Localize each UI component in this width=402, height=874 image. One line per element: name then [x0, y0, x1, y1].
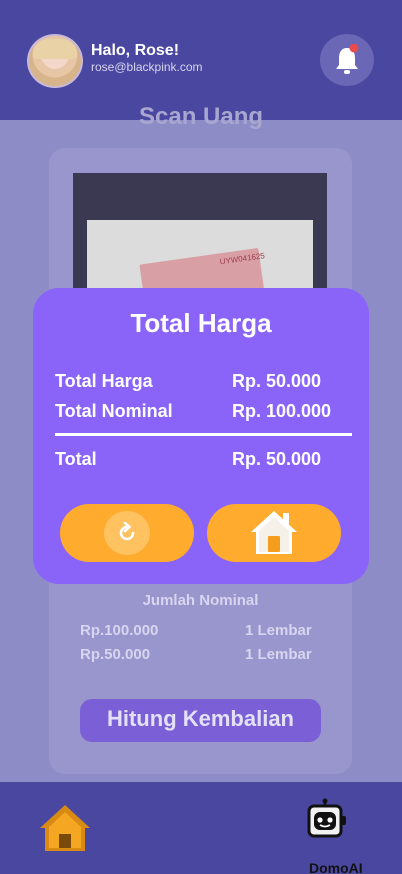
nominal-value: Rp.50.000 — [80, 646, 151, 663]
nominal-qty: 1 Lembar — [245, 646, 312, 663]
user-email: rose@blackpink.com — [91, 60, 203, 74]
bottom-nav: DomoAI — [0, 782, 402, 874]
page-title: Scan Uang — [138, 103, 264, 130]
row-label: Total Harga — [55, 371, 153, 391]
reload-button[interactable] — [60, 504, 194, 562]
bell-icon — [336, 44, 359, 74]
header: Halo, Rose! rose@blackpink.com — [0, 0, 402, 120]
hitung-kembalian-button[interactable]: Hitung Kembalian — [80, 699, 321, 742]
domoai-label: DomoAI — [309, 860, 363, 874]
avatar[interactable] — [27, 34, 83, 88]
row-label: Total Nominal — [55, 401, 173, 421]
app-screen: Halo, Rose! rose@blackpink.com Scan Uang… — [0, 0, 402, 874]
banknote-serial: UYW041625 — [219, 251, 266, 267]
notification-button[interactable] — [320, 34, 374, 86]
nominal-value: Rp.100.000 — [80, 622, 159, 639]
domoai-nav-item[interactable]: DomoAI — [305, 798, 377, 874]
total-label: Total — [55, 449, 97, 469]
nominal-qty: 1 Lembar — [245, 622, 312, 639]
row-value: Rp. 100.000 — [232, 401, 332, 421]
camera-frame: UYW041625 — [87, 220, 313, 290]
modal-title: Total Harga — [130, 308, 272, 338]
reload-icon-bg — [104, 511, 150, 555]
avatar-hair — [33, 39, 77, 59]
total-value: Rp. 50.000 — [232, 449, 322, 469]
reload-icon — [119, 521, 135, 541]
camera-preview: UYW041625 — [73, 173, 327, 293]
total-harga-modal: Total Harga Total Harga Rp. 50.000 Total… — [33, 288, 369, 584]
home-icon — [251, 511, 297, 554]
row-value: Rp. 50.000 — [232, 371, 322, 391]
greeting-text: Halo, Rose! — [91, 42, 180, 59]
banknote-image: UYW041625 — [139, 247, 267, 290]
robot-icon — [307, 798, 346, 838]
home-button[interactable] — [207, 504, 341, 562]
home-icon[interactable] — [37, 802, 93, 854]
modal-divider — [55, 433, 352, 436]
jumlah-nominal-title: Jumlah Nominal — [142, 592, 259, 609]
